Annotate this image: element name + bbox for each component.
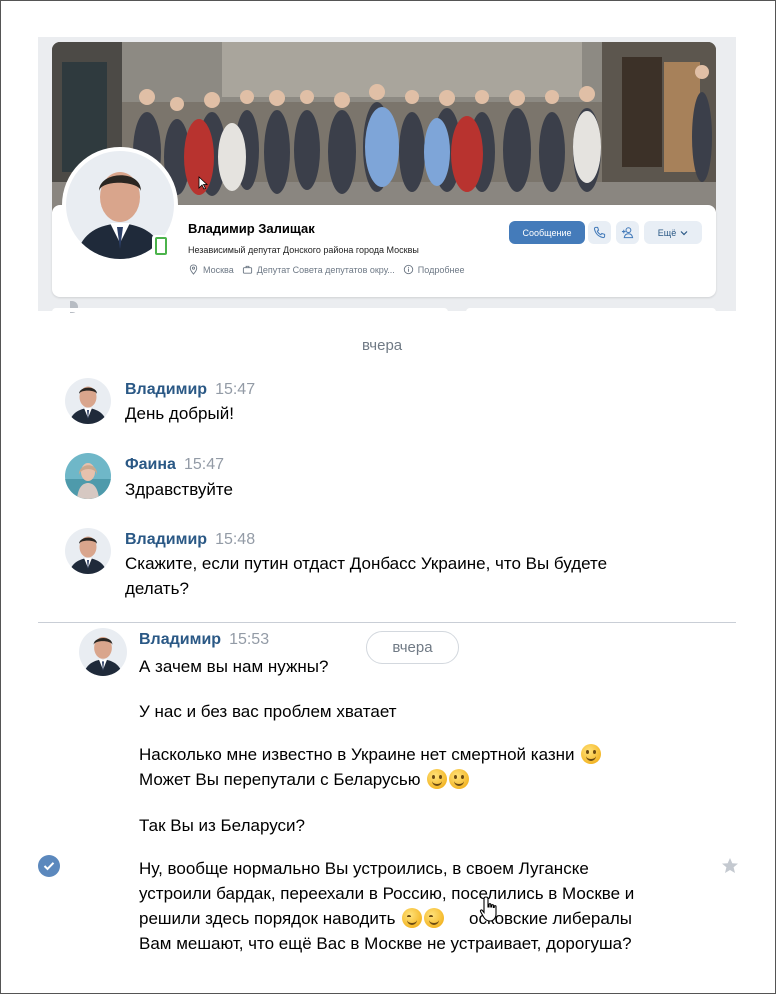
message-header: Владимир 15:47 bbox=[125, 381, 255, 399]
meta-more-info[interactable]: Подробнее bbox=[403, 264, 465, 275]
phone-icon bbox=[593, 226, 606, 239]
card-lower-left bbox=[52, 308, 448, 312]
meta-job-label: Депутат Совета депутатов окру... bbox=[256, 264, 395, 275]
message-header: Владимир 15:48 bbox=[125, 531, 255, 549]
date-pill: вчера bbox=[366, 631, 459, 664]
selected-check-icon[interactable] bbox=[38, 855, 60, 877]
message-text-line: Ну, вообще нормально Вы устроились, в св… bbox=[139, 859, 589, 878]
profile-name: Владимир Залищак bbox=[188, 221, 315, 236]
author-avatar[interactable] bbox=[65, 453, 111, 499]
profile-meta: Москва Депутат Совета депутатов окру... … bbox=[188, 264, 464, 275]
message-text-line: Насколько мне известно в Украине нет сме… bbox=[139, 745, 575, 764]
add-friend-icon bbox=[621, 227, 634, 239]
author-avatar[interactable] bbox=[65, 528, 111, 574]
message-paragraph: У нас и без вас проблем хватает bbox=[139, 702, 397, 721]
meta-job[interactable]: Депутат Совета депутатов окру... bbox=[242, 264, 395, 275]
date-separator: вчера bbox=[362, 337, 403, 354]
screenshot-divider bbox=[38, 622, 736, 623]
arrow-cursor-icon bbox=[198, 176, 208, 190]
location-icon bbox=[189, 264, 198, 275]
star-icon[interactable] bbox=[720, 856, 740, 876]
message-time: 15:47 bbox=[215, 381, 256, 398]
message-header: Владимир 15:53 bbox=[139, 631, 269, 649]
smile-emoji-icon bbox=[427, 769, 448, 789]
online-mobile-icon bbox=[152, 235, 167, 255]
info-icon bbox=[403, 264, 413, 275]
card-lower-right bbox=[466, 308, 716, 312]
meta-city[interactable]: Москва bbox=[188, 264, 234, 275]
message-text-line: делать? bbox=[125, 579, 189, 598]
blush-emoji-icon bbox=[424, 908, 445, 928]
message-paragraph: Так Вы из Беларуси? bbox=[139, 816, 305, 835]
message-text-line-emoji: решили здесь порядок наводить осковские … bbox=[139, 906, 632, 931]
message-paragraph: А зачем вы нам нужны? bbox=[139, 657, 329, 676]
check-icon bbox=[43, 862, 55, 871]
call-button[interactable] bbox=[588, 221, 611, 244]
smile-emoji-icon bbox=[449, 769, 470, 789]
meta-more-info-label: Подробнее bbox=[417, 264, 465, 275]
message-paragraph-cont: Может Вы перепутали с Беларусью bbox=[139, 767, 470, 792]
more-button-label: Ещё bbox=[657, 227, 677, 238]
message-text-line: устроили бардак, переехали в Россию, пос… bbox=[139, 884, 635, 903]
meta-city-label: Москва bbox=[203, 264, 234, 275]
message-time: 15:53 bbox=[229, 631, 270, 648]
chevron-down-icon bbox=[680, 230, 688, 235]
message-button[interactable]: Сообщение bbox=[509, 221, 585, 244]
profile-status: Независимый депутат Донского района горо… bbox=[188, 245, 419, 255]
add-friend-button[interactable] bbox=[616, 221, 639, 244]
author-name[interactable]: Владимир bbox=[125, 531, 207, 548]
message-paragraph: Насколько мне известно в Украине нет сме… bbox=[139, 742, 602, 767]
message-text-line: решили здесь порядок наводить bbox=[139, 909, 396, 928]
briefcase-icon bbox=[242, 265, 252, 274]
blush-emoji-icon bbox=[402, 908, 423, 928]
author-name[interactable]: Фаина bbox=[125, 456, 176, 473]
message-text: День добрый! bbox=[125, 404, 234, 423]
message-header: Фаина 15:47 bbox=[125, 456, 224, 474]
message-time: 15:47 bbox=[183, 456, 224, 473]
message-text-line: Скажите, если путин отдаст Донбасс Украи… bbox=[125, 554, 608, 573]
author-avatar[interactable] bbox=[65, 378, 111, 424]
message-text-line: Вам мешают, что ещё Вас в Москве не устр… bbox=[139, 934, 632, 953]
message-text-line: Может Вы перепутали с Беларусью bbox=[139, 770, 421, 789]
smile-emoji-icon bbox=[581, 744, 602, 764]
author-avatar[interactable] bbox=[79, 628, 127, 676]
message-text: Здравствуйте bbox=[125, 480, 233, 499]
author-name[interactable]: Владимир bbox=[125, 381, 207, 398]
message-time: 15:48 bbox=[215, 531, 256, 548]
hand-cursor-icon bbox=[479, 896, 497, 922]
more-button[interactable]: Ещё bbox=[644, 221, 702, 244]
author-name[interactable]: Владимир bbox=[139, 631, 221, 648]
